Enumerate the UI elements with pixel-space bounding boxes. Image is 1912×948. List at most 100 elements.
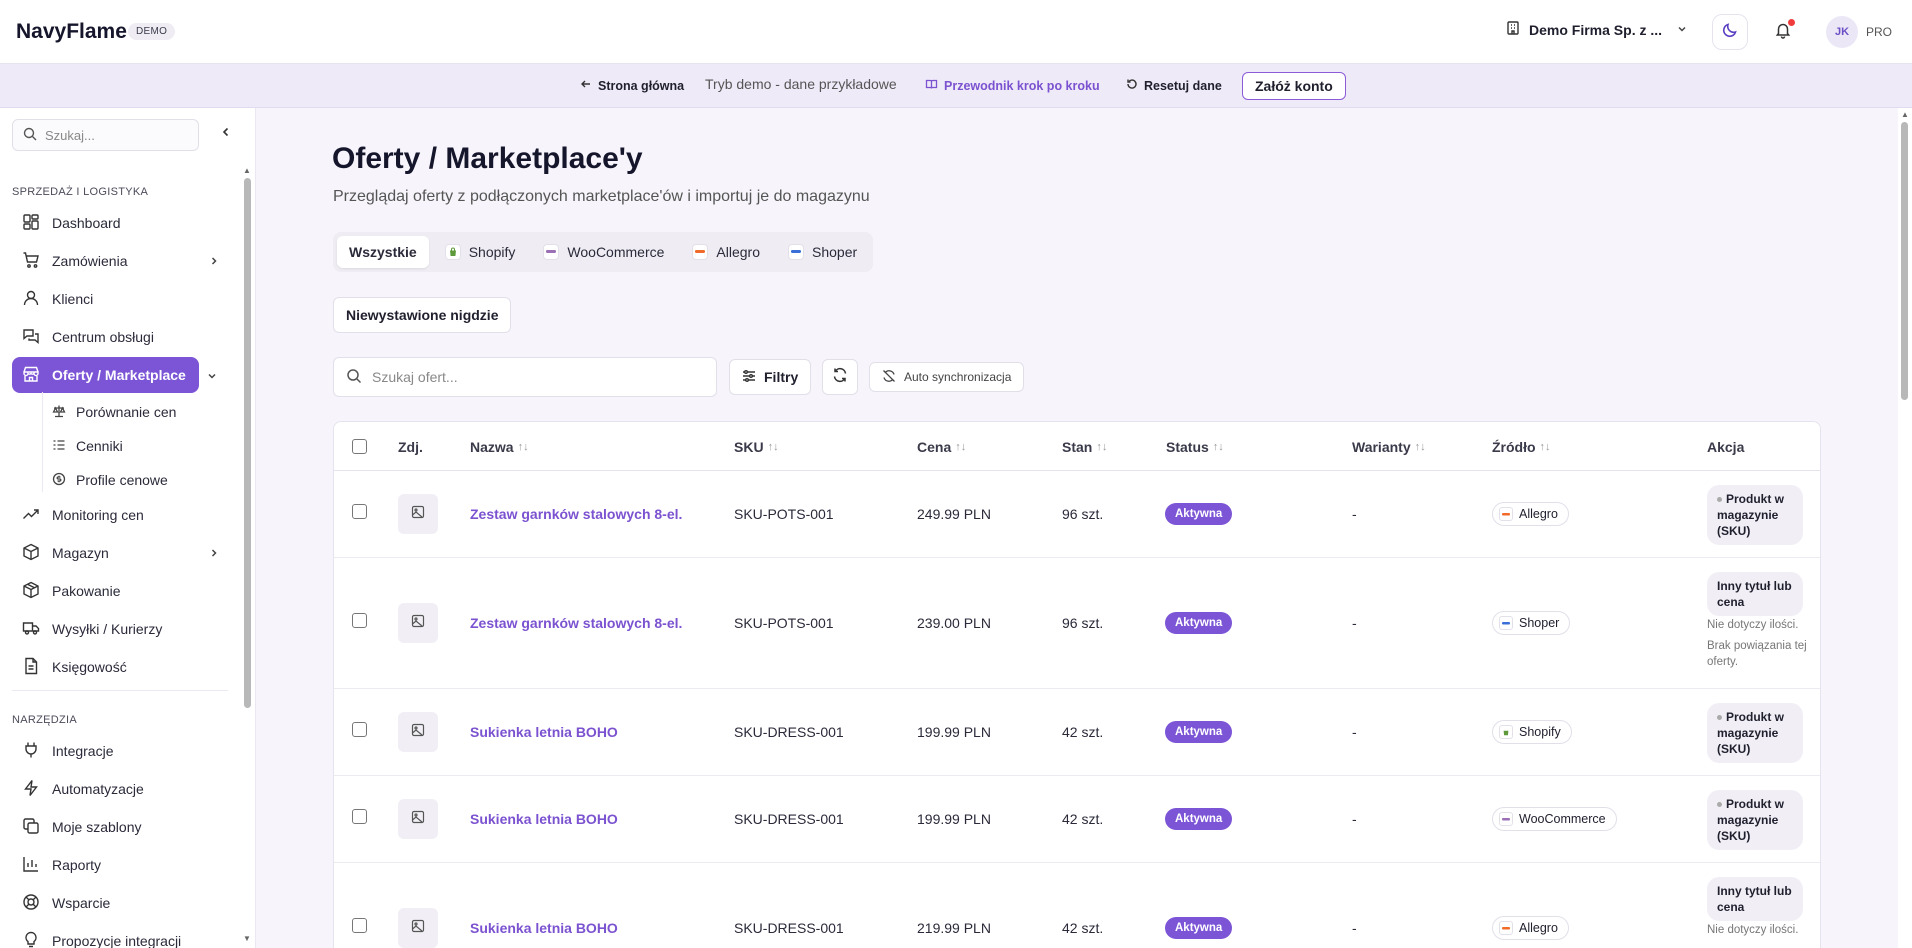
row-checkbox[interactable]: [352, 809, 367, 824]
action-badge[interactable]: Produkt w magazynie (SKU): [1707, 485, 1803, 545]
sidebar-item-orders[interactable]: Zamówienia: [12, 243, 232, 279]
unlisted-filter-button[interactable]: Niewystawione nigdzie: [333, 297, 512, 333]
reset-data-button[interactable]: Resetuj dane: [1126, 78, 1222, 93]
header-price[interactable]: Cena ↑↓: [917, 439, 966, 455]
header-label: Nazwa: [470, 439, 514, 455]
sidebar-item-integration-proposals[interactable]: Propozycje integracji: [12, 923, 232, 948]
sidebar-item-label: Centrum obsługi: [52, 329, 154, 345]
tab-woocommerce[interactable]: WooCommerce: [531, 236, 676, 268]
sidebar-subitem-price-lists[interactable]: Cenniki: [52, 432, 123, 460]
row-checkbox[interactable]: [352, 504, 367, 519]
product-name-link[interactable]: Zestaw garnków stalowych 8-el.: [470, 615, 682, 631]
marketplace-tabs: Wszystkie Shopify WooCommerce Allegro Sh…: [333, 232, 874, 272]
header-name[interactable]: Nazwa ↑↓: [470, 439, 529, 455]
collapse-sidebar-button[interactable]: [216, 124, 236, 144]
sort-icon: ↑↓: [1096, 441, 1108, 453]
woocommerce-icon: [1499, 812, 1513, 826]
sidebar-subitem-price-profiles[interactable]: Profile cenowe: [52, 466, 168, 494]
main-scrollbar-thumb[interactable]: [1901, 122, 1908, 400]
theme-toggle-button[interactable]: [1712, 14, 1748, 50]
sidebar-search-input[interactable]: Szukaj...: [12, 119, 199, 151]
offer-search-input[interactable]: Szukaj ofert...: [333, 357, 717, 397]
row-checkbox[interactable]: [352, 722, 367, 737]
sidebar-item-integrations[interactable]: Integracje: [12, 733, 232, 769]
sidebar-subitem-price-comparison[interactable]: Porównanie cen: [52, 398, 176, 426]
price-cell: 199.99 PLN: [917, 811, 991, 827]
sidebar-item-clients[interactable]: Klienci: [12, 281, 232, 317]
scroll-up-arrow[interactable]: ▲: [1901, 110, 1909, 119]
sidebar-item-reports[interactable]: Raporty: [12, 847, 232, 883]
book-icon: [925, 78, 938, 94]
page-subtitle: Przeglądaj oferty z podłączonych marketp…: [333, 188, 870, 205]
sidebar-item-support-center[interactable]: Centrum obsługi: [12, 319, 232, 355]
sidebar-item-warehouse[interactable]: Magazyn: [12, 535, 232, 571]
source-label: Allegro: [1519, 507, 1558, 521]
avatar[interactable]: JK: [1826, 16, 1858, 48]
action-badge[interactable]: Produkt w magazynie (SKU): [1707, 703, 1803, 763]
header-status[interactable]: Status ↑↓: [1166, 439, 1224, 455]
stock-cell: 96 szt.: [1062, 615, 1104, 631]
product-name-link[interactable]: Sukienka letnia BOHO: [470, 724, 618, 740]
guide-link[interactable]: Przewodnik krok po kroku: [925, 78, 1100, 94]
chevron-down-icon[interactable]: [206, 369, 218, 387]
tab-label: Wszystkie: [349, 244, 417, 260]
scroll-down-arrow[interactable]: ▼: [243, 934, 251, 943]
product-name-link[interactable]: Sukienka letnia BOHO: [470, 920, 618, 936]
product-name-link[interactable]: Zestaw garnków stalowych 8-el.: [470, 506, 682, 522]
refresh-button[interactable]: [822, 359, 858, 395]
sidebar-scrollbar[interactable]: [244, 178, 251, 708]
filters-button[interactable]: Filtry: [729, 359, 812, 395]
tab-label: Allegro: [716, 244, 760, 260]
signup-button[interactable]: Załóż konto: [1242, 72, 1346, 100]
row-checkbox[interactable]: [352, 918, 367, 933]
table-row[interactable]: Zestaw garnków stalowych 8-el. SKU-POTS-…: [334, 471, 1820, 558]
sidebar-item-automations[interactable]: Automatyzacje: [12, 771, 232, 807]
table-row[interactable]: Sukienka letnia BOHO SKU-DRESS-001 199.9…: [334, 776, 1820, 863]
variants-cell: -: [1352, 724, 1357, 740]
image-icon: [411, 919, 425, 938]
select-all-checkbox[interactable]: [352, 439, 367, 454]
price-cell: 239.00 PLN: [917, 615, 991, 631]
sidebar-item-support[interactable]: Wsparcie: [12, 885, 232, 921]
row-checkbox[interactable]: [352, 613, 367, 628]
sidebar-item-packing[interactable]: Pakowanie: [12, 573, 232, 609]
header-stock[interactable]: Stan ↑↓: [1062, 439, 1107, 455]
auto-sync-toggle[interactable]: Auto synchronizacja: [869, 362, 1025, 392]
sidebar-item-price-monitoring[interactable]: Monitoring cen: [12, 497, 232, 533]
action-badge[interactable]: Produkt w magazynie (SKU): [1707, 790, 1803, 850]
header-sku[interactable]: SKU ↑↓: [734, 439, 779, 455]
price-cell: 219.99 PLN: [917, 920, 991, 936]
sidebar-item-label: Automatyzacje: [52, 781, 144, 797]
sidebar-search-placeholder: Szukaj...: [45, 127, 95, 143]
tab-shoper[interactable]: Shoper: [776, 236, 869, 268]
home-link[interactable]: Strona główna: [580, 78, 684, 93]
tab-shopify[interactable]: Shopify: [433, 236, 528, 268]
sidebar-item-templates[interactable]: Moje szablony: [12, 809, 232, 845]
sidebar-item-dashboard[interactable]: Dashboard: [12, 205, 232, 241]
table-row[interactable]: Zestaw garnków stalowych 8-el. SKU-POTS-…: [334, 558, 1820, 689]
header-variants[interactable]: Warianty ↑↓: [1352, 439, 1426, 455]
scale-icon: [52, 404, 66, 421]
tab-all[interactable]: Wszystkie: [337, 236, 429, 268]
table-row[interactable]: Sukienka letnia BOHO SKU-DRESS-001 199.9…: [334, 689, 1820, 776]
plug-icon: [22, 741, 40, 762]
document-icon: [22, 657, 40, 678]
header-source[interactable]: Źródło ↑↓: [1492, 439, 1551, 455]
header-label: Źródło: [1492, 439, 1536, 455]
company-switcher[interactable]: Demo Firma Sp. z ...: [1505, 20, 1688, 39]
action-badge[interactable]: Inny tytuł lub cena: [1707, 877, 1803, 921]
sidebar-item-offers-marketplace[interactable]: Oferty / Marketplace: [12, 357, 199, 393]
brand-logo[interactable]: NavyFlame: [16, 20, 127, 44]
scroll-up-arrow[interactable]: ▲: [243, 166, 251, 175]
sidebar-item-shipping[interactable]: Wysyłki / Kurierzy: [12, 611, 232, 647]
notification-dot: [1788, 19, 1795, 26]
sidebar-item-accounting[interactable]: Księgowość: [12, 649, 232, 685]
variants-cell: -: [1352, 811, 1357, 827]
dashboard-icon: [22, 213, 40, 234]
top-header: NavyFlame DEMO Demo Firma Sp. z ... JK P…: [0, 0, 1912, 64]
action-badge[interactable]: Inny tytuł lub cena: [1707, 572, 1803, 616]
tab-allegro[interactable]: Allegro: [680, 236, 772, 268]
product-name-link[interactable]: Sukienka letnia BOHO: [470, 811, 618, 827]
table-row[interactable]: Sukienka letnia BOHO SKU-DRESS-001 219.9…: [334, 863, 1820, 948]
notifications-button[interactable]: [1765, 14, 1801, 50]
